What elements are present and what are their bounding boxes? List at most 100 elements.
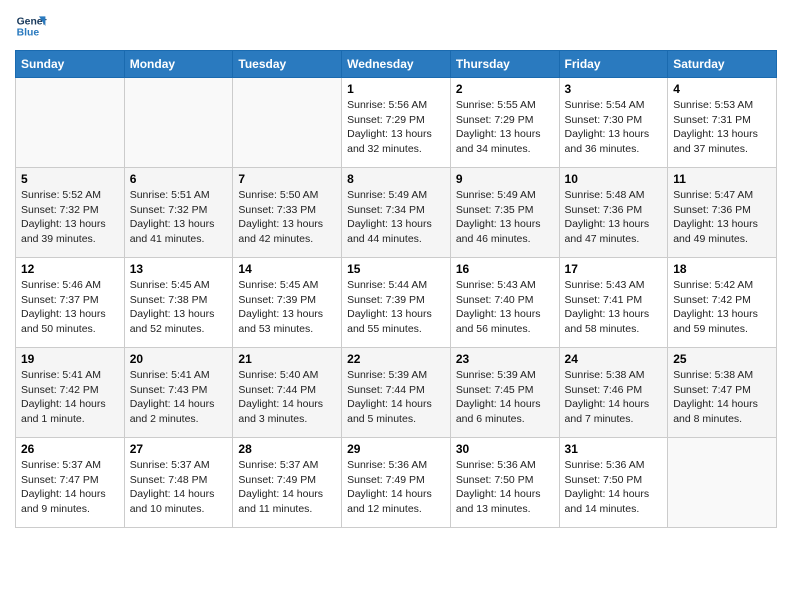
day-number: 15 (347, 262, 445, 276)
day-info: Sunrise: 5:39 AM Sunset: 7:44 PM Dayligh… (347, 368, 445, 427)
calendar-cell: 14 Sunrise: 5:45 AM Sunset: 7:39 PM Dayli… (233, 258, 342, 348)
day-number: 18 (673, 262, 771, 276)
calendar-cell: 17 Sunrise: 5:43 AM Sunset: 7:41 PM Dayli… (559, 258, 668, 348)
day-info: Sunrise: 5:43 AM Sunset: 7:40 PM Dayligh… (456, 278, 554, 337)
day-info: Sunrise: 5:55 AM Sunset: 7:29 PM Dayligh… (456, 98, 554, 157)
calendar-cell: 10 Sunrise: 5:48 AM Sunset: 7:36 PM Dayli… (559, 168, 668, 258)
col-header-saturday: Saturday (668, 51, 777, 78)
col-header-wednesday: Wednesday (342, 51, 451, 78)
day-number: 29 (347, 442, 445, 456)
col-header-thursday: Thursday (450, 51, 559, 78)
day-number: 27 (130, 442, 228, 456)
day-info: Sunrise: 5:37 AM Sunset: 7:49 PM Dayligh… (238, 458, 336, 517)
day-info: Sunrise: 5:56 AM Sunset: 7:29 PM Dayligh… (347, 98, 445, 157)
calendar-cell: 24 Sunrise: 5:38 AM Sunset: 7:46 PM Dayli… (559, 348, 668, 438)
calendar-cell: 29 Sunrise: 5:36 AM Sunset: 7:49 PM Dayli… (342, 438, 451, 528)
day-info: Sunrise: 5:50 AM Sunset: 7:33 PM Dayligh… (238, 188, 336, 247)
day-number: 5 (21, 172, 119, 186)
day-number: 7 (238, 172, 336, 186)
day-info: Sunrise: 5:51 AM Sunset: 7:32 PM Dayligh… (130, 188, 228, 247)
calendar-cell: 26 Sunrise: 5:37 AM Sunset: 7:47 PM Dayli… (16, 438, 125, 528)
day-number: 3 (565, 82, 663, 96)
day-info: Sunrise: 5:40 AM Sunset: 7:44 PM Dayligh… (238, 368, 336, 427)
logo: General Blue (15, 10, 51, 42)
day-info: Sunrise: 5:46 AM Sunset: 7:37 PM Dayligh… (21, 278, 119, 337)
day-info: Sunrise: 5:52 AM Sunset: 7:32 PM Dayligh… (21, 188, 119, 247)
calendar-cell: 21 Sunrise: 5:40 AM Sunset: 7:44 PM Dayli… (233, 348, 342, 438)
calendar-cell (124, 78, 233, 168)
calendar-cell: 27 Sunrise: 5:37 AM Sunset: 7:48 PM Dayli… (124, 438, 233, 528)
calendar-table: SundayMondayTuesdayWednesdayThursdayFrid… (15, 50, 777, 528)
calendar-cell: 22 Sunrise: 5:39 AM Sunset: 7:44 PM Dayli… (342, 348, 451, 438)
calendar-cell: 4 Sunrise: 5:53 AM Sunset: 7:31 PM Daylig… (668, 78, 777, 168)
day-info: Sunrise: 5:38 AM Sunset: 7:47 PM Dayligh… (673, 368, 771, 427)
day-number: 6 (130, 172, 228, 186)
day-info: Sunrise: 5:49 AM Sunset: 7:34 PM Dayligh… (347, 188, 445, 247)
day-info: Sunrise: 5:39 AM Sunset: 7:45 PM Dayligh… (456, 368, 554, 427)
col-header-sunday: Sunday (16, 51, 125, 78)
col-header-monday: Monday (124, 51, 233, 78)
day-number: 20 (130, 352, 228, 366)
calendar-cell: 23 Sunrise: 5:39 AM Sunset: 7:45 PM Dayli… (450, 348, 559, 438)
calendar-cell: 9 Sunrise: 5:49 AM Sunset: 7:35 PM Daylig… (450, 168, 559, 258)
calendar-cell: 25 Sunrise: 5:38 AM Sunset: 7:47 PM Dayli… (668, 348, 777, 438)
day-info: Sunrise: 5:45 AM Sunset: 7:38 PM Dayligh… (130, 278, 228, 337)
day-number: 22 (347, 352, 445, 366)
day-number: 12 (21, 262, 119, 276)
day-number: 10 (565, 172, 663, 186)
day-info: Sunrise: 5:53 AM Sunset: 7:31 PM Dayligh… (673, 98, 771, 157)
day-number: 23 (456, 352, 554, 366)
calendar-cell: 16 Sunrise: 5:43 AM Sunset: 7:40 PM Dayli… (450, 258, 559, 348)
calendar-cell (233, 78, 342, 168)
day-number: 9 (456, 172, 554, 186)
calendar-cell: 5 Sunrise: 5:52 AM Sunset: 7:32 PM Daylig… (16, 168, 125, 258)
day-info: Sunrise: 5:38 AM Sunset: 7:46 PM Dayligh… (565, 368, 663, 427)
calendar-cell (16, 78, 125, 168)
day-number: 30 (456, 442, 554, 456)
calendar-cell: 13 Sunrise: 5:45 AM Sunset: 7:38 PM Dayli… (124, 258, 233, 348)
day-number: 1 (347, 82, 445, 96)
day-info: Sunrise: 5:36 AM Sunset: 7:50 PM Dayligh… (456, 458, 554, 517)
day-number: 19 (21, 352, 119, 366)
day-info: Sunrise: 5:37 AM Sunset: 7:47 PM Dayligh… (21, 458, 119, 517)
day-number: 17 (565, 262, 663, 276)
day-info: Sunrise: 5:43 AM Sunset: 7:41 PM Dayligh… (565, 278, 663, 337)
calendar-cell: 18 Sunrise: 5:42 AM Sunset: 7:42 PM Dayli… (668, 258, 777, 348)
day-info: Sunrise: 5:44 AM Sunset: 7:39 PM Dayligh… (347, 278, 445, 337)
day-info: Sunrise: 5:54 AM Sunset: 7:30 PM Dayligh… (565, 98, 663, 157)
day-number: 14 (238, 262, 336, 276)
calendar-cell: 3 Sunrise: 5:54 AM Sunset: 7:30 PM Daylig… (559, 78, 668, 168)
day-info: Sunrise: 5:37 AM Sunset: 7:48 PM Dayligh… (130, 458, 228, 517)
day-info: Sunrise: 5:48 AM Sunset: 7:36 PM Dayligh… (565, 188, 663, 247)
day-number: 24 (565, 352, 663, 366)
calendar-cell: 1 Sunrise: 5:56 AM Sunset: 7:29 PM Daylig… (342, 78, 451, 168)
calendar-cell: 2Sunrise: 5:55 AM Sunset: 7:29 PM Daylig… (450, 78, 559, 168)
calendar-cell: 30 Sunrise: 5:36 AM Sunset: 7:50 PM Dayli… (450, 438, 559, 528)
calendar-cell: 19 Sunrise: 5:41 AM Sunset: 7:42 PM Dayli… (16, 348, 125, 438)
page-header: General Blue (15, 10, 777, 42)
day-number: 8 (347, 172, 445, 186)
calendar-cell: 12 Sunrise: 5:46 AM Sunset: 7:37 PM Dayli… (16, 258, 125, 348)
day-info: Sunrise: 5:49 AM Sunset: 7:35 PM Dayligh… (456, 188, 554, 247)
day-info: Sunrise: 5:41 AM Sunset: 7:42 PM Dayligh… (21, 368, 119, 427)
day-number: 11 (673, 172, 771, 186)
day-number: 13 (130, 262, 228, 276)
calendar-cell: 28 Sunrise: 5:37 AM Sunset: 7:49 PM Dayli… (233, 438, 342, 528)
col-header-friday: Friday (559, 51, 668, 78)
day-number: 26 (21, 442, 119, 456)
day-number: 31 (565, 442, 663, 456)
calendar-cell: 7 Sunrise: 5:50 AM Sunset: 7:33 PM Daylig… (233, 168, 342, 258)
day-info: Sunrise: 5:36 AM Sunset: 7:49 PM Dayligh… (347, 458, 445, 517)
calendar-cell: 31 Sunrise: 5:36 AM Sunset: 7:50 PM Dayli… (559, 438, 668, 528)
day-number: 25 (673, 352, 771, 366)
day-number: 21 (238, 352, 336, 366)
calendar-cell: 11Sunrise: 5:47 AM Sunset: 7:36 PM Dayli… (668, 168, 777, 258)
day-number: 28 (238, 442, 336, 456)
day-info: Sunrise: 5:45 AM Sunset: 7:39 PM Dayligh… (238, 278, 336, 337)
day-number: 4 (673, 82, 771, 96)
day-info: Sunrise: 5:42 AM Sunset: 7:42 PM Dayligh… (673, 278, 771, 337)
calendar-cell: 8 Sunrise: 5:49 AM Sunset: 7:34 PM Daylig… (342, 168, 451, 258)
day-info: Sunrise: 5:36 AM Sunset: 7:50 PM Dayligh… (565, 458, 663, 517)
day-number: 16 (456, 262, 554, 276)
calendar-cell (668, 438, 777, 528)
